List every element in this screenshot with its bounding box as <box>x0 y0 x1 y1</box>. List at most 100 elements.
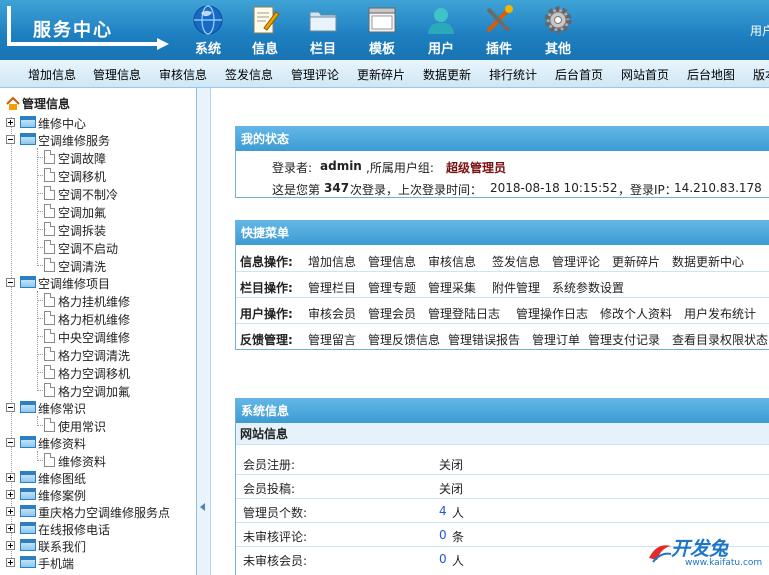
quick-link[interactable]: 管理评论 <box>552 253 600 270</box>
quick-link[interactable]: 修改个人资料 <box>600 305 672 322</box>
quick-link[interactable]: 管理支付记录 <box>588 331 660 348</box>
expand-icon[interactable] <box>6 507 15 516</box>
tools-icon <box>486 5 513 33</box>
tree-title: 管理信息 <box>6 95 70 112</box>
subnav-ranking[interactable]: 排行统计 <box>489 66 537 83</box>
subnav-issue-info[interactable]: 签发信息 <box>225 66 273 83</box>
expand-icon[interactable] <box>6 524 15 533</box>
subnav-manage-comment[interactable]: 管理评论 <box>291 66 339 83</box>
site-info-heading: 网站信息 <box>236 423 769 445</box>
quick-link[interactable]: 管理反馈信息 <box>368 331 440 348</box>
globe-icon <box>193 5 223 35</box>
template-window-icon <box>368 7 396 33</box>
top-header: 服务中心 系统 信息 栏目 模板 用户 插件 其他 用户 <box>0 0 769 60</box>
quick-link[interactable]: 审核会员 <box>308 305 356 322</box>
page-icon <box>44 204 55 218</box>
subnav-review-info[interactable]: 审核信息 <box>159 66 207 83</box>
subnav-data-update[interactable]: 数据更新 <box>423 66 471 83</box>
quick-link[interactable]: 审核信息 <box>428 253 476 270</box>
collapse-icon[interactable] <box>6 278 15 287</box>
nav-system[interactable]: 系统 <box>182 0 234 58</box>
quick-link[interactable]: 管理采集 <box>428 279 476 296</box>
quick-link[interactable]: 更新碎片 <box>612 253 660 270</box>
category-tree: 管理信息 维修中心 空调维修服务 空调故障 空调移机 空调不制冷 空调加氟 空调… <box>0 88 197 575</box>
page-icon <box>44 347 55 361</box>
expand-icon[interactable] <box>6 118 15 127</box>
quick-link[interactable]: 管理栏目 <box>308 279 356 296</box>
quick-link[interactable]: 管理订单 <box>532 331 580 348</box>
nav-user[interactable]: 用户 <box>415 0 467 58</box>
page-icon <box>44 186 55 200</box>
page-icon <box>44 418 55 432</box>
expand-icon[interactable] <box>6 490 15 499</box>
quick-link[interactable]: 管理操作日志 <box>516 305 588 322</box>
folder-icon <box>20 505 36 517</box>
quick-link[interactable]: 数据更新中心 <box>672 253 744 270</box>
rabbit-logo-icon <box>649 545 672 563</box>
nav-column[interactable]: 栏目 <box>297 0 349 58</box>
page-icon <box>44 329 55 343</box>
nav-other[interactable]: 其他 <box>532 0 584 58</box>
page-icon <box>44 453 55 467</box>
login-ip: 14.210.83.178 <box>674 181 762 195</box>
quick-link[interactable]: 用户发布统计 <box>684 305 756 322</box>
page-icon <box>44 240 55 254</box>
subnav-add-info[interactable]: 增加信息 <box>28 66 76 83</box>
sidebar-splitter[interactable] <box>197 88 211 575</box>
expand-icon[interactable] <box>6 558 15 567</box>
quick-link[interactable]: 管理留言 <box>308 331 356 348</box>
subnav-admin-home[interactable]: 后台首页 <box>555 66 603 83</box>
quick-link[interactable]: 增加信息 <box>308 253 356 270</box>
folder-icon <box>20 522 36 534</box>
quick-link[interactable]: 管理信息 <box>368 253 416 270</box>
expand-icon[interactable] <box>6 541 15 550</box>
quick-link[interactable]: 管理会员 <box>368 305 416 322</box>
expand-icon[interactable] <box>6 473 15 482</box>
quick-link[interactable]: 查看目录权限状态 <box>672 331 768 348</box>
folder-icon <box>309 11 337 32</box>
user-group: 超级管理员 <box>446 161 507 175</box>
collapse-icon[interactable] <box>6 403 15 412</box>
nav-template[interactable]: 模板 <box>356 0 408 58</box>
page-icon <box>44 258 55 272</box>
home-icon <box>6 97 20 110</box>
quick-nav-bar: 增加信息 管理信息 审核信息 签发信息 管理评论 更新碎片 数据更新 排行统计 … <box>0 60 769 88</box>
nav-plugin[interactable]: 插件 <box>473 0 525 58</box>
subnav-version[interactable]: 版本 <box>753 66 769 83</box>
quick-link[interactable]: 管理登陆日志 <box>428 305 500 322</box>
folder-open-icon <box>20 133 36 145</box>
collapse-icon[interactable] <box>6 438 15 447</box>
status-panel-title: 我的状态 <box>236 127 769 151</box>
collapse-icon[interactable] <box>6 135 15 144</box>
collapse-sidebar-icon[interactable] <box>200 503 205 511</box>
folder-open-icon <box>20 276 36 288</box>
subnav-update-fragment[interactable]: 更新碎片 <box>357 66 405 83</box>
username: admin <box>320 159 362 173</box>
quick-menu-panel: 快捷菜单 信息操作: 增加信息 管理信息 审核信息 签发信息 管理评论 更新碎片… <box>235 220 769 350</box>
system-info-title: 系统信息 <box>236 399 769 423</box>
quick-link[interactable]: 管理错误报告 <box>448 331 520 348</box>
subnav-manage-info[interactable]: 管理信息 <box>93 66 141 83</box>
subnav-site-home[interactable]: 网站首页 <box>621 66 669 83</box>
page-icon <box>44 222 55 236</box>
folder-icon <box>20 539 36 551</box>
page-icon <box>44 150 55 164</box>
quick-link[interactable]: 附件管理 <box>492 279 540 296</box>
folder-open-icon <box>20 436 36 448</box>
page-icon <box>44 383 55 397</box>
quick-link[interactable]: 签发信息 <box>492 253 540 270</box>
logo: 服务中心 <box>7 4 170 50</box>
watermark-logo: 开发兔 www.kaifatu.com <box>645 532 769 572</box>
page-icon <box>44 168 55 182</box>
subnav-admin-map[interactable]: 后台地图 <box>687 66 735 83</box>
user-menu-link[interactable]: 用户 <box>750 22 769 39</box>
folder-icon <box>20 116 36 128</box>
gear-icon <box>544 6 572 34</box>
page-icon <box>44 311 55 325</box>
document-pen-icon <box>253 6 280 34</box>
nav-info[interactable]: 信息 <box>239 0 291 58</box>
quick-link[interactable]: 管理专题 <box>368 279 416 296</box>
main-content: 我的状态 登录者: admin ,所属用户组: 超级管理员 这是您第 347 次… <box>212 88 769 575</box>
folder-icon <box>20 471 36 483</box>
quick-link[interactable]: 系统参数设置 <box>552 279 624 296</box>
